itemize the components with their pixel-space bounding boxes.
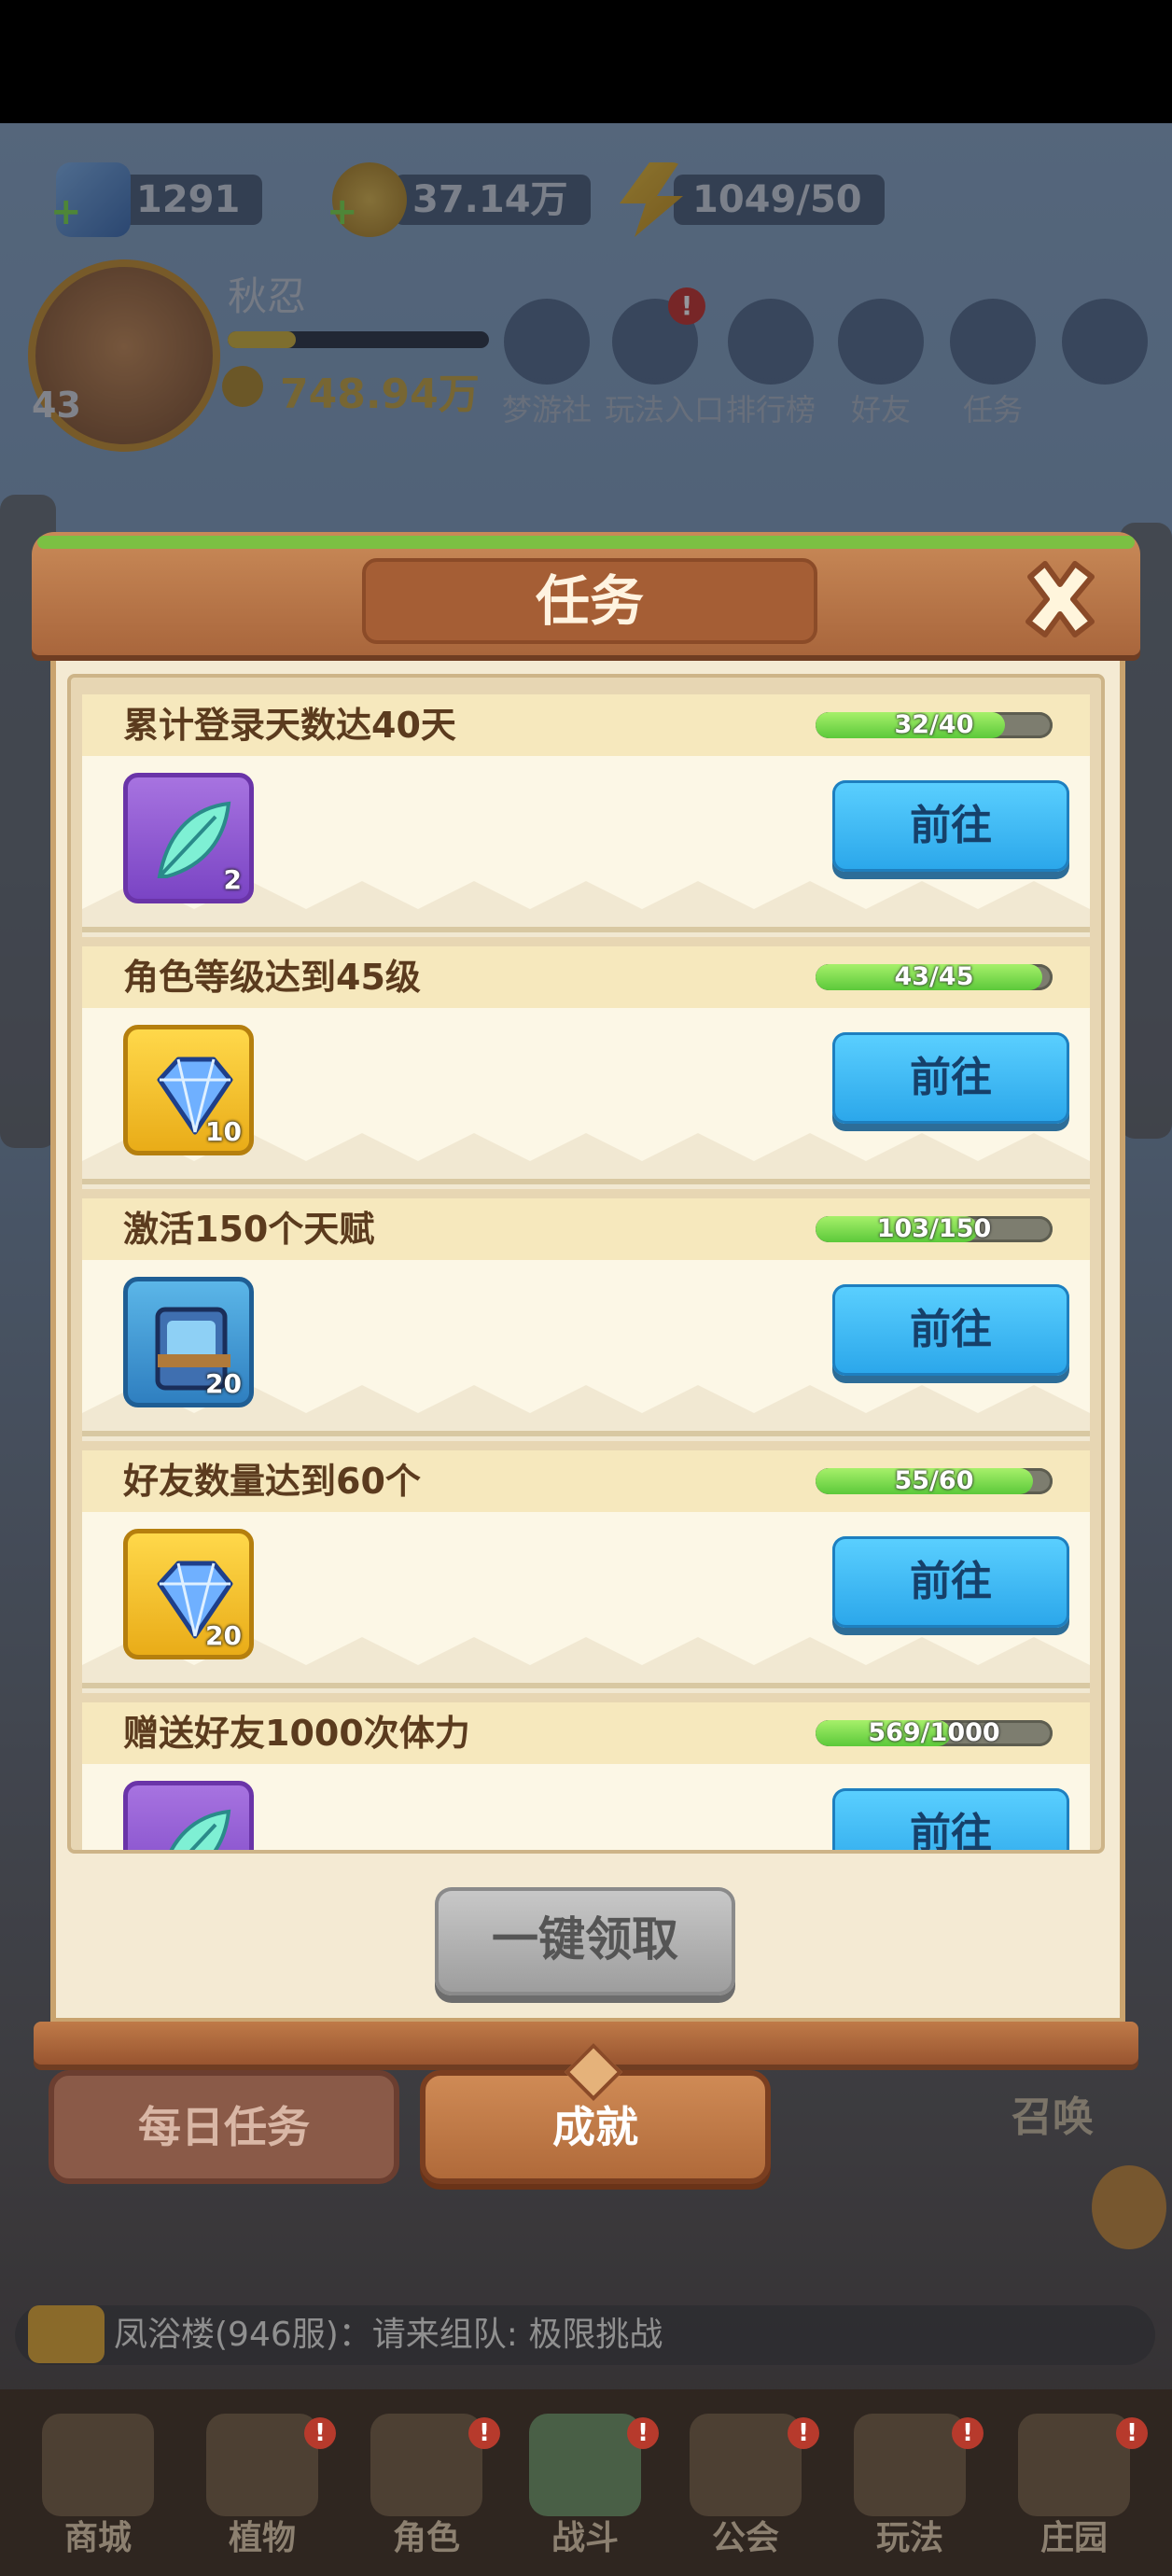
nav-item[interactable]: 商城 bbox=[19, 2414, 177, 2559]
task-name: 激活150个天赋 bbox=[123, 1209, 375, 1250]
chat-icon bbox=[28, 2305, 105, 2363]
task-header: 激活150个天赋 103/150 bbox=[82, 1198, 1090, 1260]
task-header: 累计登录天数达40天 32/40 bbox=[82, 694, 1090, 756]
reward-item[interactable]: 2 bbox=[123, 773, 254, 903]
nav-item[interactable]: 战斗! bbox=[506, 2414, 664, 2559]
summon-label: 召唤 bbox=[1012, 2093, 1094, 2141]
task-progress-bar: 43/45 bbox=[816, 964, 1053, 990]
task-header: 角色等级达到45级 43/45 bbox=[82, 946, 1090, 1008]
nav-label: 战斗 bbox=[551, 2519, 619, 2557]
progress-text: 32/40 bbox=[894, 712, 974, 738]
nav-label: 植物 bbox=[228, 2519, 296, 2557]
nav-icon bbox=[206, 2414, 318, 2516]
task-row: 角色等级达到45级 43/45 10 前往 bbox=[82, 946, 1090, 1189]
nav-icon bbox=[370, 2414, 482, 2516]
reward-count: 10 bbox=[205, 1116, 242, 1147]
reward-item[interactable]: 20 bbox=[123, 1277, 254, 1407]
nav-label: 庄园 bbox=[1039, 2519, 1108, 2557]
go-button[interactable]: 前往 bbox=[832, 1788, 1069, 1850]
progress-text: 103/150 bbox=[876, 1216, 992, 1242]
reward-item[interactable]: 20 bbox=[123, 1529, 254, 1659]
alert-badge: ! bbox=[627, 2417, 659, 2449]
progress-text: 55/60 bbox=[894, 1468, 974, 1494]
progress-text: 43/45 bbox=[894, 964, 974, 990]
nav-label: 商城 bbox=[63, 2519, 132, 2557]
task-row: 累计登录天数达40天 32/40 2 前往 bbox=[82, 694, 1090, 937]
close-icon bbox=[1026, 561, 1095, 637]
task-list[interactable]: 累计登录天数达40天 32/40 2 前往 角色等级达到45级 43/45 10 前往 激活15… bbox=[67, 674, 1105, 1854]
nav-item[interactable]: 公会! bbox=[666, 2414, 825, 2559]
task-name: 累计登录天数达40天 bbox=[123, 705, 456, 746]
reward-item[interactable] bbox=[123, 1781, 254, 1850]
task-progress-bar: 55/60 bbox=[816, 1468, 1053, 1494]
reward-count: 2 bbox=[223, 864, 242, 895]
task-row: 赠送好友1000次体力 569/1000 前往 bbox=[82, 1702, 1090, 1850]
alert-badge: ! bbox=[1116, 2417, 1148, 2449]
close-button[interactable] bbox=[1017, 556, 1103, 642]
task-name: 角色等级达到45级 bbox=[123, 957, 421, 998]
go-button[interactable]: 前往 bbox=[832, 780, 1069, 872]
nav-item[interactable]: 植物! bbox=[183, 2414, 342, 2559]
alert-badge: ! bbox=[788, 2417, 819, 2449]
task-row: 好友数量达到60个 55/60 20 前往 bbox=[82, 1450, 1090, 1693]
progress-text: 569/1000 bbox=[868, 1720, 1000, 1746]
reward-count: 20 bbox=[205, 1368, 242, 1399]
nav-label: 玩法 bbox=[875, 2519, 943, 2557]
nav-item[interactable]: 角色! bbox=[347, 2414, 506, 2559]
task-progress-bar: 32/40 bbox=[816, 712, 1053, 738]
task-header: 赠送好友1000次体力 569/1000 bbox=[82, 1702, 1090, 1764]
chat-message: 凤浴楼(946服)：请来组队: 极限挑战 bbox=[114, 2316, 663, 2354]
claim-all-button[interactable]: 一键领取 bbox=[435, 1887, 735, 1995]
status-bar bbox=[0, 0, 1172, 123]
nav-item[interactable]: 玩法! bbox=[830, 2414, 989, 2559]
nav-icon bbox=[529, 2414, 641, 2516]
nav-label: 公会 bbox=[711, 2519, 779, 2557]
task-progress-bar: 569/1000 bbox=[816, 1720, 1053, 1746]
go-button[interactable]: 前往 bbox=[832, 1032, 1069, 1124]
nav-label: 角色 bbox=[392, 2519, 460, 2557]
alert-badge: ! bbox=[304, 2417, 336, 2449]
nav-icon bbox=[1018, 2414, 1130, 2516]
task-name: 赠送好友1000次体力 bbox=[123, 1713, 470, 1754]
task-progress-bar: 103/150 bbox=[816, 1216, 1053, 1242]
alert-badge: ! bbox=[952, 2417, 984, 2449]
nav-icon bbox=[690, 2414, 802, 2516]
alert-badge: ! bbox=[468, 2417, 500, 2449]
nav-item[interactable]: 庄园! bbox=[995, 2414, 1153, 2559]
grass-decoration bbox=[37, 536, 1135, 549]
tab-daily-tasks[interactable]: 每日任务 bbox=[49, 2070, 399, 2184]
reward-count: 20 bbox=[205, 1620, 242, 1651]
task-row: 激活150个天赋 103/150 20 前往 bbox=[82, 1198, 1090, 1441]
reward-item[interactable]: 10 bbox=[123, 1025, 254, 1155]
go-button[interactable]: 前往 bbox=[832, 1284, 1069, 1376]
nav-icon bbox=[42, 2414, 154, 2516]
go-button[interactable]: 前往 bbox=[832, 1536, 1069, 1628]
nav-icon bbox=[854, 2414, 966, 2516]
modal-title: 任务 bbox=[535, 569, 644, 633]
task-header: 好友数量达到60个 55/60 bbox=[82, 1450, 1090, 1512]
task-name: 好友数量达到60个 bbox=[123, 1461, 421, 1502]
